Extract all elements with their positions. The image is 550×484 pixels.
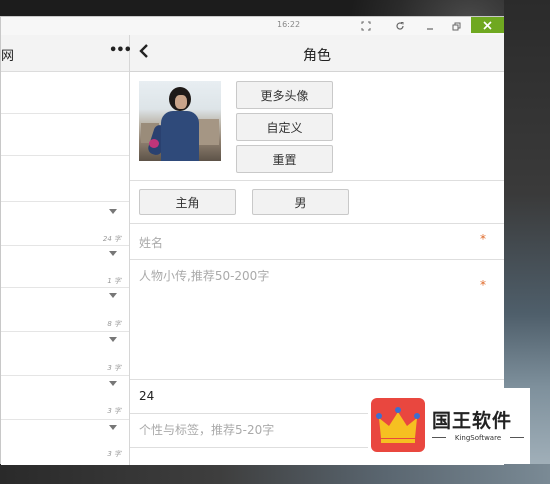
avatar[interactable] <box>139 81 221 161</box>
left-pane-header: 网 ••• <box>1 35 132 72</box>
list-item[interactable] <box>1 113 129 156</box>
desktop-background-bottom <box>0 464 550 484</box>
role-type-button[interactable]: 主角 <box>139 189 236 215</box>
required-mark: * <box>480 278 486 292</box>
list-item[interactable] <box>1 71 129 114</box>
page-title: 角色 <box>303 48 331 64</box>
refresh-icon[interactable] <box>389 17 411 35</box>
role-header: 角色 <box>130 35 504 72</box>
required-mark: * <box>480 232 486 246</box>
list-item[interactable] <box>1 287 129 332</box>
watermark: 国王软件 KingSoftware <box>368 388 530 464</box>
divider <box>130 379 504 380</box>
restore-icon[interactable] <box>445 17 467 35</box>
screenshot-icon[interactable] <box>355 17 377 35</box>
list-item[interactable] <box>1 201 129 246</box>
watermark-title: 国王软件 <box>432 410 513 432</box>
list-item[interactable] <box>1 375 129 420</box>
divider <box>130 180 504 181</box>
more-avatars-button[interactable]: 更多头像 <box>236 81 333 109</box>
bio-field[interactable]: 人物小传,推荐50-200字 <box>139 267 269 284</box>
reset-button[interactable]: 重置 <box>236 145 333 173</box>
more-dots-icon[interactable]: ••• <box>109 43 132 58</box>
crown-logo-icon <box>371 398 425 452</box>
left-pane: 网 ••• 24 字 1 字 8 字 3 字 3 字 3 字 <box>1 35 132 465</box>
list-item[interactable] <box>1 245 129 288</box>
name-field[interactable]: 姓名 <box>139 234 163 251</box>
close-icon <box>483 20 492 30</box>
list-item[interactable] <box>1 331 129 376</box>
chevron-down-icon[interactable] <box>109 425 117 430</box>
gender-button[interactable]: 男 <box>252 189 349 215</box>
age-field[interactable]: 24 <box>139 389 154 403</box>
list-item[interactable] <box>1 155 129 202</box>
close-button[interactable] <box>471 17 504 33</box>
word-count: 3 字 <box>107 450 121 458</box>
custom-avatar-button[interactable]: 自定义 <box>236 113 333 141</box>
left-pane-title: 网 <box>1 49 15 64</box>
clock-text: 16:22 <box>277 20 301 29</box>
divider <box>130 223 504 224</box>
title-bar: 16:22 <box>1 17 504 36</box>
tags-field[interactable]: 个性与标签，推荐5-20字 <box>139 421 274 438</box>
watermark-subtitle: KingSoftware <box>454 434 502 442</box>
divider <box>130 259 504 260</box>
minimize-icon[interactable] <box>419 17 441 35</box>
